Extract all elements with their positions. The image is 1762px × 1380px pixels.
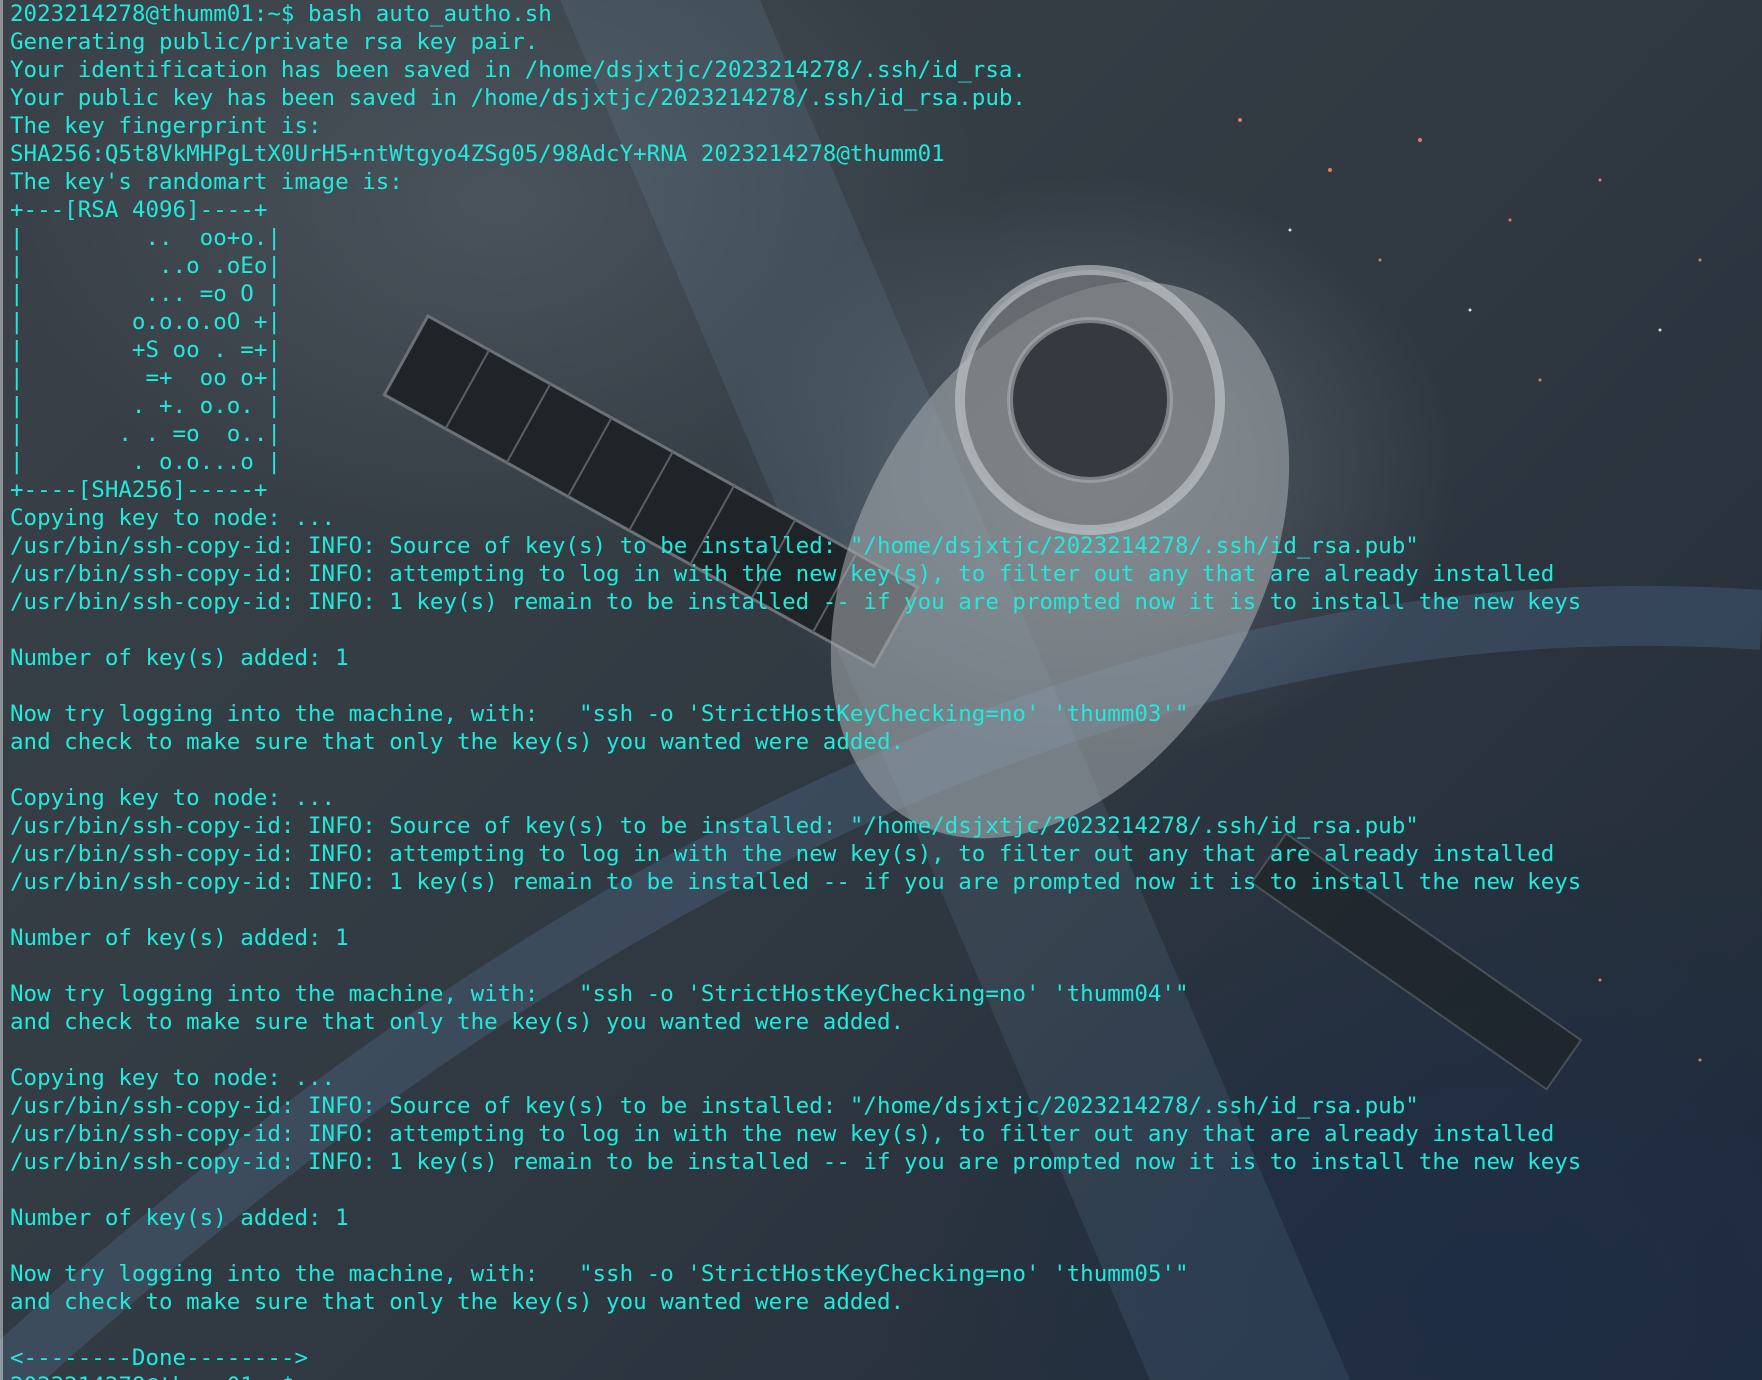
terminal-line: /usr/bin/ssh-copy-id: INFO: Source of ke… <box>10 813 1419 839</box>
terminal-line: Your public key has been saved in /home/… <box>10 85 1026 111</box>
terminal-line: | . . =o o..| <box>10 421 281 447</box>
terminal-line: and check to make sure that only the key… <box>10 1009 905 1035</box>
terminal-window[interactable]: 2023214278@thumm01:~$ bash auto_autho.sh… <box>0 0 1762 1380</box>
shell-prompt: 2023214278@thumm01:~$ <box>10 1372 1581 1380</box>
terminal-line: /usr/bin/ssh-copy-id: INFO: attempting t… <box>10 1121 1555 1147</box>
terminal-line: and check to make sure that only the key… <box>10 1289 905 1315</box>
terminal-line: Number of key(s) added: 1 <box>10 645 349 671</box>
terminal-line: Now try logging into the machine, with: … <box>10 701 1189 727</box>
terminal-line: | o.o.o.oO +| <box>10 309 281 335</box>
terminal-line: 2023214278@thumm01:~$ bash auto_autho.sh <box>10 1 552 27</box>
terminal-line: /usr/bin/ssh-copy-id: INFO: 1 key(s) rem… <box>10 869 1582 895</box>
window-edge <box>0 0 3 1380</box>
terminal-line: | =+ oo o+| <box>10 365 281 391</box>
terminal-line: | ..o .oEo| <box>10 253 281 279</box>
terminal-output: 2023214278@thumm01:~$ bash auto_autho.sh… <box>10 0 1581 1380</box>
terminal-line: /usr/bin/ssh-copy-id: INFO: Source of ke… <box>10 1093 1419 1119</box>
terminal-line: Copying key to node: ... <box>10 1065 336 1091</box>
terminal-line: The key fingerprint is: <box>10 113 322 139</box>
terminal-line: Now try logging into the machine, with: … <box>10 1261 1189 1287</box>
terminal-line: <--------Done--------> <box>10 1345 309 1371</box>
terminal-line: +---[RSA 4096]----+ <box>10 197 268 223</box>
terminal-line: /usr/bin/ssh-copy-id: INFO: 1 key(s) rem… <box>10 589 1582 615</box>
terminal-line: Copying key to node: ... <box>10 785 336 811</box>
terminal-line: SHA256:Q5t8VkMHPgLtX0UrH5+ntWtgyo4ZSg05/… <box>10 141 945 167</box>
terminal-line: Number of key(s) added: 1 <box>10 1205 349 1231</box>
terminal-line: | ... =o O | <box>10 281 281 307</box>
terminal-line: and check to make sure that only the key… <box>10 729 905 755</box>
terminal-line: Copying key to node: ... <box>10 505 336 531</box>
terminal-line: | +S oo . =+| <box>10 337 281 363</box>
terminal-line: Your identification has been saved in /h… <box>10 57 1026 83</box>
terminal-line: /usr/bin/ssh-copy-id: INFO: attempting t… <box>10 561 1555 587</box>
terminal-line: /usr/bin/ssh-copy-id: INFO: Source of ke… <box>10 533 1419 559</box>
terminal-line: | .. oo+o.| <box>10 225 281 251</box>
terminal-line: /usr/bin/ssh-copy-id: INFO: attempting t… <box>10 841 1555 867</box>
terminal-line: /usr/bin/ssh-copy-id: INFO: 1 key(s) rem… <box>10 1149 1582 1175</box>
terminal-line: +----[SHA256]-----+ <box>10 477 268 503</box>
terminal-line: Generating public/private rsa key pair. <box>10 29 539 55</box>
terminal-line: Now try logging into the machine, with: … <box>10 981 1189 1007</box>
terminal-line: Number of key(s) added: 1 <box>10 925 349 951</box>
terminal-line: | . +. o.o. | <box>10 393 281 419</box>
terminal-line: The key's randomart image is: <box>10 169 403 195</box>
terminal-line: | . o.o...o | <box>10 449 281 475</box>
